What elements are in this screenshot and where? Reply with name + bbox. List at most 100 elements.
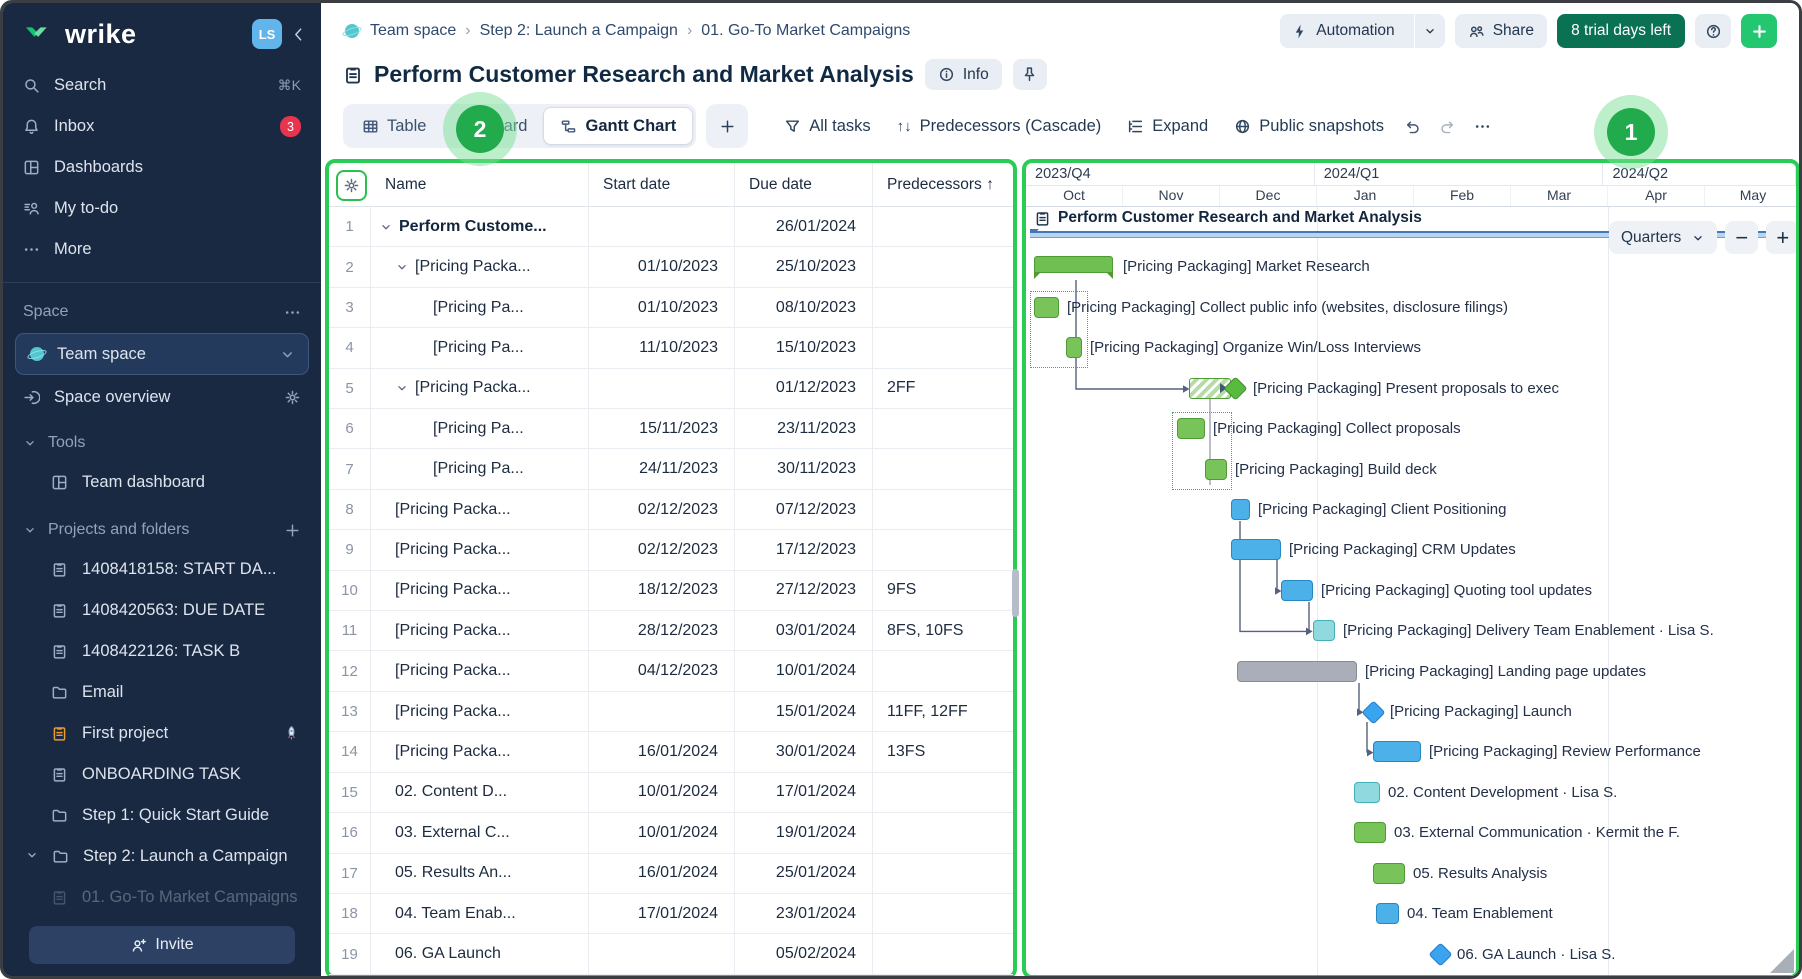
cell-predecessors[interactable]: 2FF xyxy=(873,369,1013,408)
automation-dropdown[interactable] xyxy=(1414,14,1445,48)
cell-name[interactable]: Perform Custome... xyxy=(371,207,589,246)
task-bar[interactable] xyxy=(1373,741,1421,762)
cell-name[interactable]: [Pricing Packa... xyxy=(371,732,589,771)
sidebar-item-inbox[interactable]: Inbox3 xyxy=(3,106,321,147)
cell-predecessors[interactable] xyxy=(873,530,1013,569)
task-bar[interactable] xyxy=(1376,903,1399,924)
table-row[interactable]: 10 [Pricing Packa... 18/12/2023 27/12/20… xyxy=(329,571,1013,611)
task-bar[interactable] xyxy=(1313,620,1335,641)
cell-predecessors[interactable] xyxy=(873,813,1013,852)
column-header-name[interactable]: Name xyxy=(371,163,589,206)
sidebar-item-more[interactable]: More xyxy=(3,229,321,270)
sidebar-item-team-dashboard[interactable]: Team dashboard xyxy=(3,462,321,503)
tab-table[interactable]: Table xyxy=(346,107,442,145)
cell-start-date[interactable]: 02/12/2023 xyxy=(589,530,735,569)
projects-chevron-icon[interactable] xyxy=(23,523,37,537)
table-row[interactable]: 8 [Pricing Packa... 02/12/2023 07/12/202… xyxy=(329,490,1013,530)
cell-start-date[interactable] xyxy=(589,369,735,408)
cell-name[interactable]: [Pricing Pa... xyxy=(371,409,589,448)
task-bar[interactable] xyxy=(1034,297,1059,318)
table-row[interactable]: 18 04. Team Enab... 17/01/2024 23/01/202… xyxy=(329,894,1013,934)
table-row[interactable]: 6 [Pricing Pa... 15/11/2023 23/11/2023 xyxy=(329,409,1013,449)
table-row[interactable]: 2 [Pricing Packa... 01/10/2023 25/10/202… xyxy=(329,247,1013,287)
cell-name[interactable]: 05. Results An... xyxy=(371,854,589,893)
cell-name[interactable]: 02. Content D... xyxy=(371,773,589,812)
zoom-level-select[interactable]: Quarters xyxy=(1609,221,1717,254)
column-header-start[interactable]: Start date xyxy=(589,163,735,206)
task-bar[interactable] xyxy=(1205,459,1227,480)
space-settings-gear-icon[interactable] xyxy=(284,389,301,406)
sidebar-item-onboarding-task[interactable]: ONBOARDING TASK xyxy=(3,754,321,795)
table-row[interactable]: 16 03. External C... 10/01/2024 19/01/20… xyxy=(329,813,1013,853)
breadcrumb-step2[interactable]: Step 2: Launch a Campaign xyxy=(480,22,678,40)
breadcrumb-campaigns[interactable]: 01. Go-To Market Campaigns xyxy=(701,22,910,40)
tools-chevron-icon[interactable] xyxy=(23,436,37,450)
sidebar-item-step-1-quick-start-guide[interactable]: Step 1: Quick Start Guide xyxy=(3,795,321,836)
cell-start-date[interactable]: 10/01/2024 xyxy=(589,773,735,812)
table-settings-gear[interactable] xyxy=(336,170,367,201)
sidebar-item-first-project[interactable]: First project xyxy=(3,713,321,754)
cell-name[interactable]: [Pricing Packa... xyxy=(371,692,589,731)
help-button[interactable] xyxy=(1695,14,1731,48)
table-row[interactable]: 17 05. Results An... 16/01/2024 25/01/20… xyxy=(329,854,1013,894)
cell-predecessors[interactable]: 11FF, 12FF xyxy=(873,692,1013,731)
cell-due-date[interactable]: 19/01/2024 xyxy=(735,813,873,852)
toolbar-public-snapshots[interactable]: Public snapshots xyxy=(1234,117,1384,136)
cell-start-date[interactable]: 11/10/2023 xyxy=(589,328,735,367)
zoom-in-button[interactable]: + xyxy=(1766,221,1796,254)
cell-due-date[interactable]: 17/01/2024 xyxy=(735,773,873,812)
cell-due-date[interactable]: 23/11/2023 xyxy=(735,409,873,448)
row-chevron-icon[interactable] xyxy=(395,381,409,395)
create-button[interactable] xyxy=(1741,14,1777,48)
invite-button[interactable]: Invite xyxy=(29,926,295,964)
column-header-due[interactable]: Due date xyxy=(735,163,873,206)
sidebar-item-team-space[interactable]: Team space xyxy=(15,333,309,375)
panel-splitter-handle[interactable] xyxy=(1012,569,1019,617)
table-row[interactable]: 9 [Pricing Packa... 02/12/2023 17/12/202… xyxy=(329,530,1013,570)
cell-predecessors[interactable] xyxy=(873,207,1013,246)
space-more-icon[interactable] xyxy=(284,304,301,321)
table-row[interactable]: 15 02. Content D... 10/01/2024 17/01/202… xyxy=(329,773,1013,813)
cell-start-date[interactable] xyxy=(589,207,735,246)
sidebar-item-1408418158-start-da-[interactable]: 1408418158: START DA... xyxy=(3,549,321,590)
cell-predecessors[interactable] xyxy=(873,247,1013,286)
cell-predecessors[interactable] xyxy=(873,894,1013,933)
cell-due-date[interactable]: 08/10/2023 xyxy=(735,288,873,327)
share-button[interactable]: Share xyxy=(1455,14,1547,48)
cell-predecessors[interactable] xyxy=(873,409,1013,448)
cell-name[interactable]: 03. External C... xyxy=(371,813,589,852)
cell-name[interactable]: [Pricing Pa... xyxy=(371,328,589,367)
cell-name[interactable]: [Pricing Packa... xyxy=(371,530,589,569)
cell-due-date[interactable]: 30/11/2023 xyxy=(735,449,873,488)
table-row[interactable]: 11 [Pricing Packa... 28/12/2023 03/01/20… xyxy=(329,611,1013,651)
cell-due-date[interactable]: 23/01/2024 xyxy=(735,894,873,933)
cell-start-date[interactable]: 28/12/2023 xyxy=(589,611,735,650)
cell-due-date[interactable]: 17/12/2023 xyxy=(735,530,873,569)
sidebar-collapse-icon[interactable] xyxy=(290,26,307,43)
sidebar-item-search[interactable]: Search⌘K xyxy=(3,65,321,106)
cell-start-date[interactable]: 17/01/2024 xyxy=(589,894,735,933)
cell-due-date[interactable]: 05/02/2024 xyxy=(735,934,873,973)
cell-predecessors[interactable] xyxy=(873,854,1013,893)
sidebar-item-step-2-launch-a-campaign[interactable]: Step 2: Launch a Campaign xyxy=(3,836,321,877)
summary-bar[interactable] xyxy=(1034,256,1113,273)
cell-predecessors[interactable] xyxy=(873,490,1013,529)
table-row[interactable]: 14 [Pricing Packa... 16/01/2024 30/01/20… xyxy=(329,732,1013,772)
sidebar-item-email[interactable]: Email xyxy=(3,672,321,713)
cell-start-date[interactable]: 16/01/2024 xyxy=(589,854,735,893)
wrike-logo[interactable]: wrike xyxy=(25,19,244,50)
automation-button[interactable]: Automation xyxy=(1280,14,1444,48)
table-row[interactable]: 1 Perform Custome... 26/01/2024 xyxy=(329,207,1013,247)
cell-name[interactable]: [Pricing Pa... xyxy=(371,449,589,488)
cell-start-date[interactable]: 02/12/2023 xyxy=(589,490,735,529)
cell-due-date[interactable]: 25/01/2024 xyxy=(735,854,873,893)
cell-due-date[interactable]: 30/01/2024 xyxy=(735,732,873,771)
cell-due-date[interactable]: 15/10/2023 xyxy=(735,328,873,367)
table-row[interactable]: 4 [Pricing Pa... 11/10/2023 15/10/2023 xyxy=(329,328,1013,368)
cell-name[interactable]: [Pricing Packa... xyxy=(371,369,589,408)
toolbar-expand[interactable]: Expand xyxy=(1127,117,1208,136)
sidebar-item-1408420563-due-date[interactable]: 1408420563: DUE DATE xyxy=(3,590,321,631)
cell-start-date[interactable]: 04/12/2023 xyxy=(589,651,735,690)
cell-start-date[interactable] xyxy=(589,934,735,973)
column-header-predecessors[interactable]: Predecessors ↑ xyxy=(873,163,1013,206)
